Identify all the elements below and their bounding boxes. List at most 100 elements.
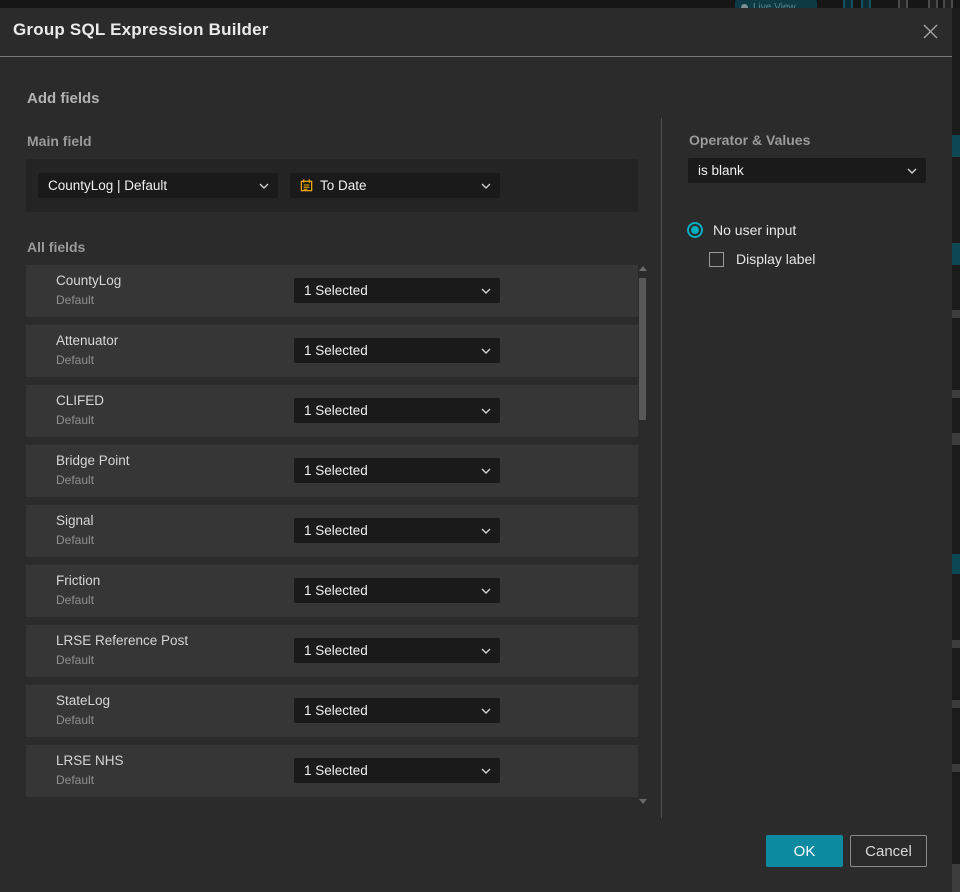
- scroll-down-icon[interactable]: [639, 799, 647, 804]
- field-selection-dropdown[interactable]: 1 Selected: [294, 398, 500, 423]
- all-fields-label: All fields: [27, 239, 86, 255]
- chevron-down-icon: [259, 183, 278, 189]
- main-field-panel: CountyLog | Default To Date: [26, 159, 638, 212]
- checkbox-unchecked-icon: [709, 251, 724, 267]
- field-selection-dropdown[interactable]: 1 Selected: [294, 638, 500, 663]
- toolbar-button-fragment: [928, 0, 938, 8]
- page: Live View Group SQL Expression Builder A…: [0, 0, 960, 892]
- field-name: CountyLog: [56, 273, 122, 288]
- field-row: LRSE Reference Post Default 1 Selected: [26, 625, 638, 677]
- no-user-input-radio[interactable]: No user input: [687, 221, 796, 239]
- ok-button[interactable]: OK: [766, 835, 843, 867]
- dialog-header: Group SQL Expression Builder: [0, 8, 952, 57]
- chevron-down-icon: [481, 528, 500, 534]
- field-selection-dropdown[interactable]: 1 Selected: [294, 578, 500, 603]
- calendar-icon: [290, 178, 314, 193]
- chevron-down-icon: [481, 408, 500, 414]
- group-sql-expression-builder-dialog: Group SQL Expression Builder Add fields …: [0, 8, 952, 892]
- field-name: Friction: [56, 573, 101, 588]
- background-fragment: [952, 864, 960, 892]
- field-name: LRSE Reference Post: [56, 633, 189, 648]
- field-name: CLIFED: [56, 393, 105, 408]
- field-selection-value: 1 Selected: [304, 343, 368, 358]
- cancel-button[interactable]: Cancel: [850, 835, 927, 867]
- field-subtitle: Default: [56, 593, 95, 607]
- field-subtitle: Default: [56, 473, 95, 487]
- background-fragment: [952, 243, 960, 265]
- operator-dropdown[interactable]: is blank: [688, 158, 926, 183]
- field-selection-value: 1 Selected: [304, 403, 368, 418]
- field-row: Signal Default 1 Selected: [26, 505, 638, 557]
- radio-selected-icon: [687, 222, 703, 238]
- field-subtitle: Default: [56, 653, 95, 667]
- fields-list-scrollbar[interactable]: [637, 258, 649, 806]
- field-selection-dropdown[interactable]: 1 Selected: [294, 278, 500, 303]
- field-selection-value: 1 Selected: [304, 583, 368, 598]
- field-selection-dropdown[interactable]: 1 Selected: [294, 338, 500, 363]
- field-selection-value: 1 Selected: [304, 463, 368, 478]
- field-selection-dropdown[interactable]: 1 Selected: [294, 518, 500, 543]
- field-name: StateLog: [56, 693, 111, 708]
- toolbar-button-fragment: [943, 0, 953, 8]
- field-row: CountyLog Default 1 Selected: [26, 265, 638, 317]
- background-fragment: [952, 640, 960, 648]
- field-selection-value: 1 Selected: [304, 703, 368, 718]
- all-fields-list: CountyLog Default 1 Selected Attenuator …: [26, 265, 638, 797]
- chevron-down-icon: [481, 648, 500, 654]
- field-selection-value: 1 Selected: [304, 523, 368, 538]
- live-view-toggle[interactable]: Live View: [735, 0, 817, 8]
- field-subtitle: Default: [56, 773, 95, 787]
- background-panel-strip: [952, 8, 960, 892]
- chevron-down-icon: [907, 168, 926, 174]
- background-fragment: [952, 135, 960, 157]
- toolbar-button-fragment: [843, 0, 853, 8]
- field-row: Attenuator Default 1 Selected: [26, 325, 638, 377]
- field-subtitle: Default: [56, 713, 95, 727]
- field-selection-dropdown[interactable]: 1 Selected: [294, 758, 500, 783]
- close-icon: [923, 24, 937, 38]
- main-field-label: Main field: [27, 133, 92, 149]
- field-selection-dropdown[interactable]: 1 Selected: [294, 698, 500, 723]
- field-row: Friction Default 1 Selected: [26, 565, 638, 617]
- chevron-down-icon: [481, 288, 500, 294]
- background-fragment: [952, 700, 960, 708]
- chevron-down-icon: [481, 768, 500, 774]
- field-selection-value: 1 Selected: [304, 283, 368, 298]
- field-row: StateLog Default 1 Selected: [26, 685, 638, 737]
- field-selection-value: 1 Selected: [304, 643, 368, 658]
- display-label-label: Display label: [736, 251, 816, 267]
- main-field-dropdown[interactable]: CountyLog | Default: [38, 173, 278, 198]
- toolbar-button-fragment: [898, 0, 908, 8]
- field-name: LRSE NHS: [56, 753, 124, 768]
- field-name: Bridge Point: [56, 453, 130, 468]
- chevron-down-icon: [481, 348, 500, 354]
- close-button[interactable]: [920, 21, 940, 41]
- background-fragment: [952, 554, 960, 574]
- chevron-down-icon: [481, 468, 500, 474]
- field-row: Bridge Point Default 1 Selected: [26, 445, 638, 497]
- field-selection-dropdown[interactable]: 1 Selected: [294, 458, 500, 483]
- field-row: LRSE NHS Default 1 Selected: [26, 745, 638, 797]
- field-subtitle: Default: [56, 533, 95, 547]
- add-fields-heading: Add fields: [27, 90, 100, 107]
- field-name: Signal: [56, 513, 94, 528]
- operator-value: is blank: [698, 163, 744, 178]
- background-fragment: [952, 390, 960, 398]
- field-subtitle: Default: [56, 353, 95, 367]
- background-fragment: [952, 433, 960, 445]
- scroll-up-icon[interactable]: [639, 266, 647, 271]
- dialog-title: Group SQL Expression Builder: [13, 20, 269, 39]
- main-field-type-value: To Date: [320, 178, 367, 193]
- field-subtitle: Default: [56, 293, 95, 307]
- toolbar-button-fragment: [861, 0, 871, 8]
- chevron-down-icon: [481, 588, 500, 594]
- scrollbar-thumb[interactable]: [639, 278, 646, 420]
- background-fragment: [952, 764, 960, 772]
- field-name: Attenuator: [56, 333, 119, 348]
- main-field-type-dropdown[interactable]: To Date: [290, 173, 500, 198]
- chevron-down-icon: [481, 708, 500, 714]
- display-label-checkbox[interactable]: Display label: [709, 250, 815, 268]
- main-field-value: CountyLog | Default: [48, 178, 168, 193]
- background-toolbar-strip: Live View: [0, 0, 960, 8]
- chevron-down-icon: [481, 183, 500, 189]
